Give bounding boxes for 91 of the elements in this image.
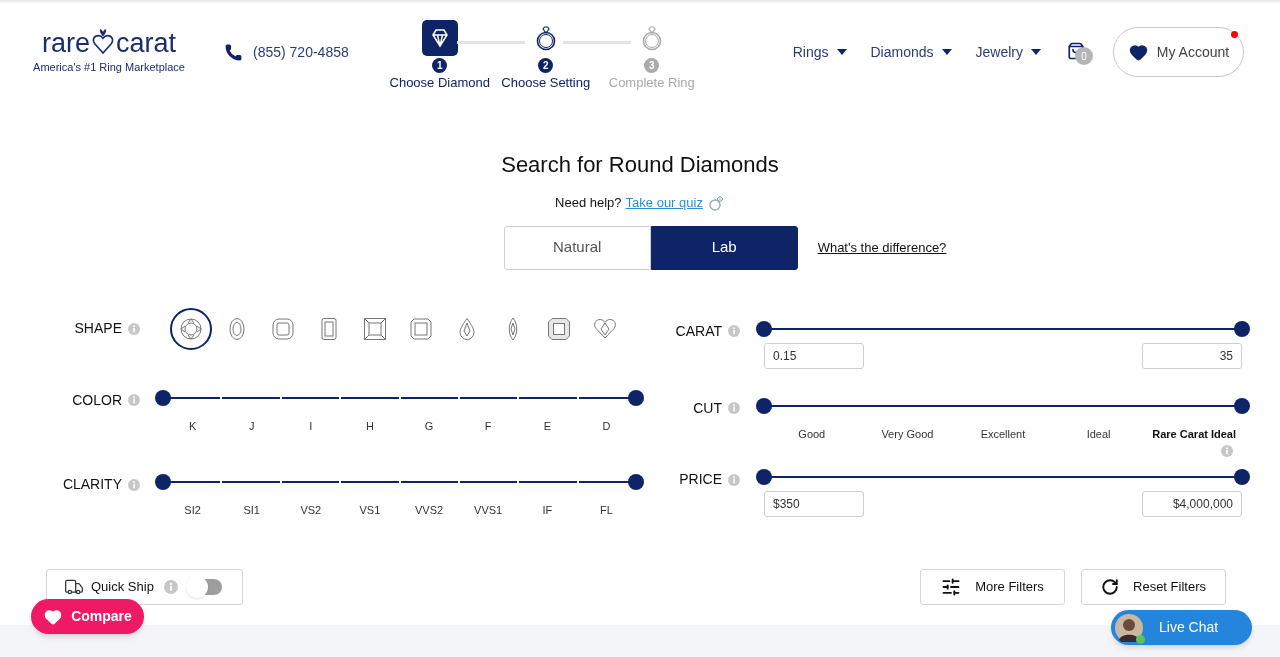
- phone-number[interactable]: (855) 720-4858: [253, 41, 349, 63]
- filter-label: PRICE: [679, 470, 722, 489]
- heart-shape-icon: [593, 316, 617, 341]
- filter-label: CLARITY: [62, 475, 122, 494]
- quiz-link[interactable]: Take our quiz: [625, 193, 703, 213]
- step-number: 2: [538, 57, 554, 73]
- nav-menu[interactable]: Rings: [792, 41, 847, 63]
- heart-logo-icon[interactable]: [92, 28, 114, 55]
- grade-label: IF: [542, 503, 553, 518]
- filter-label: COLOR: [72, 390, 122, 410]
- slider-track[interactable]: [756, 469, 1250, 485]
- compare-button[interactable]: Compare: [31, 599, 144, 634]
- slider-thumb[interactable]: [628, 474, 644, 490]
- caret-icon: [1031, 49, 1041, 55]
- reset-filters-button[interactable]: Reset Filters: [1081, 568, 1226, 605]
- grade-label: G: [424, 418, 434, 434]
- cushion-shape-icon: [271, 316, 295, 341]
- grade-label: Very Good: [881, 426, 934, 442]
- grade-label: Ideal: [1086, 426, 1111, 442]
- princess-shape-icon: [363, 316, 387, 341]
- nav-menu[interactable]: Diamonds: [870, 41, 952, 63]
- logo-text[interactable]: carat: [116, 28, 176, 57]
- grade-label: Good: [798, 426, 826, 442]
- logo-text[interactable]: rare: [41, 28, 90, 57]
- grade-label: J: [248, 418, 255, 434]
- nav-menu[interactable]: Jewelry: [975, 41, 1041, 63]
- slider-thumb[interactable]: [155, 474, 171, 490]
- grade-label: Rare Carat Ideal: [1152, 426, 1237, 442]
- heart-icon: [1127, 42, 1149, 62]
- radiant-shape-icon: [409, 316, 433, 341]
- grade-label: SI1: [243, 503, 260, 518]
- grade-label: SI2: [184, 503, 201, 518]
- heart-icon: [43, 607, 64, 626]
- filter-label: SHAPE: [74, 319, 122, 338]
- grade-label: I: [309, 418, 313, 434]
- grade-label: E: [543, 418, 551, 434]
- slider-thumb[interactable]: [1234, 469, 1250, 485]
- difference-link[interactable]: What's the difference?: [817, 237, 947, 258]
- origin-tab[interactable]: Lab: [650, 225, 798, 270]
- avatar-icon: [1115, 613, 1143, 642]
- grade-label: K: [188, 418, 197, 434]
- range-input[interactable]: 0.15: [764, 342, 864, 369]
- page-title: Search for Round Diamonds: [501, 151, 779, 179]
- origin-tab[interactable]: Natural: [503, 225, 651, 270]
- phone-icon: [224, 42, 243, 62]
- account-button[interactable]: My Account: [1113, 27, 1244, 77]
- grade-label: VVS1: [474, 503, 503, 518]
- slider-thumb[interactable]: [1234, 320, 1250, 337]
- slider-track[interactable]: [756, 320, 1250, 337]
- slider-thumb[interactable]: [1234, 397, 1250, 414]
- grade-label: FL: [600, 503, 613, 518]
- range-input[interactable]: $350: [764, 491, 864, 517]
- step-number: 3: [644, 57, 660, 73]
- slider-track[interactable]: [155, 474, 644, 490]
- step-label[interactable]: Choose Diamond: [389, 72, 490, 93]
- range-input[interactable]: $4,000,000: [1142, 491, 1242, 517]
- logo-tagline: America's #1 Ring Marketplace: [33, 59, 185, 75]
- live-chat-button[interactable]: Live Chat: [1111, 610, 1252, 645]
- slider-thumb[interactable]: [155, 389, 171, 406]
- filter-label: CARAT: [675, 321, 722, 341]
- filter-icon: [941, 576, 962, 597]
- refresh-icon: [1101, 577, 1119, 596]
- caret-icon: [941, 49, 952, 55]
- asscher-shape-icon: [547, 316, 571, 341]
- grade-label: VS2: [300, 503, 322, 518]
- more-filters-button[interactable]: More Filters: [920, 568, 1065, 605]
- cart-count-badge: 0: [1075, 47, 1093, 65]
- grade-label: D: [602, 418, 611, 434]
- grade-label: VS1: [359, 503, 381, 518]
- step-number: 1: [432, 57, 448, 73]
- quick-ship-label: Quick Ship: [91, 577, 154, 596]
- help-text: Need help?: [555, 194, 622, 212]
- caret-icon: [836, 49, 847, 55]
- filter-label: CUT: [693, 398, 722, 418]
- grade-label: F: [484, 418, 492, 434]
- grade-label: VVS2: [415, 503, 444, 518]
- round-shape-icon: [179, 316, 203, 341]
- slider-thumb[interactable]: [628, 389, 644, 406]
- slider-thumb[interactable]: [756, 397, 772, 414]
- grade-label: H: [365, 418, 374, 434]
- slider-track[interactable]: [155, 389, 644, 406]
- grade-label: Excellent: [980, 426, 1026, 442]
- diamond-step-icon[interactable]: [421, 19, 458, 56]
- slider-thumb[interactable]: [756, 320, 772, 337]
- ring-icon: [706, 193, 725, 212]
- range-input[interactable]: 35: [1142, 342, 1242, 369]
- slider-track[interactable]: [756, 397, 1250, 414]
- slider-thumb[interactable]: [756, 469, 772, 485]
- shape-option[interactable]: [170, 307, 212, 350]
- quick-ship-toggle[interactable]: [189, 578, 222, 595]
- step-label[interactable]: Choose Setting: [501, 72, 591, 93]
